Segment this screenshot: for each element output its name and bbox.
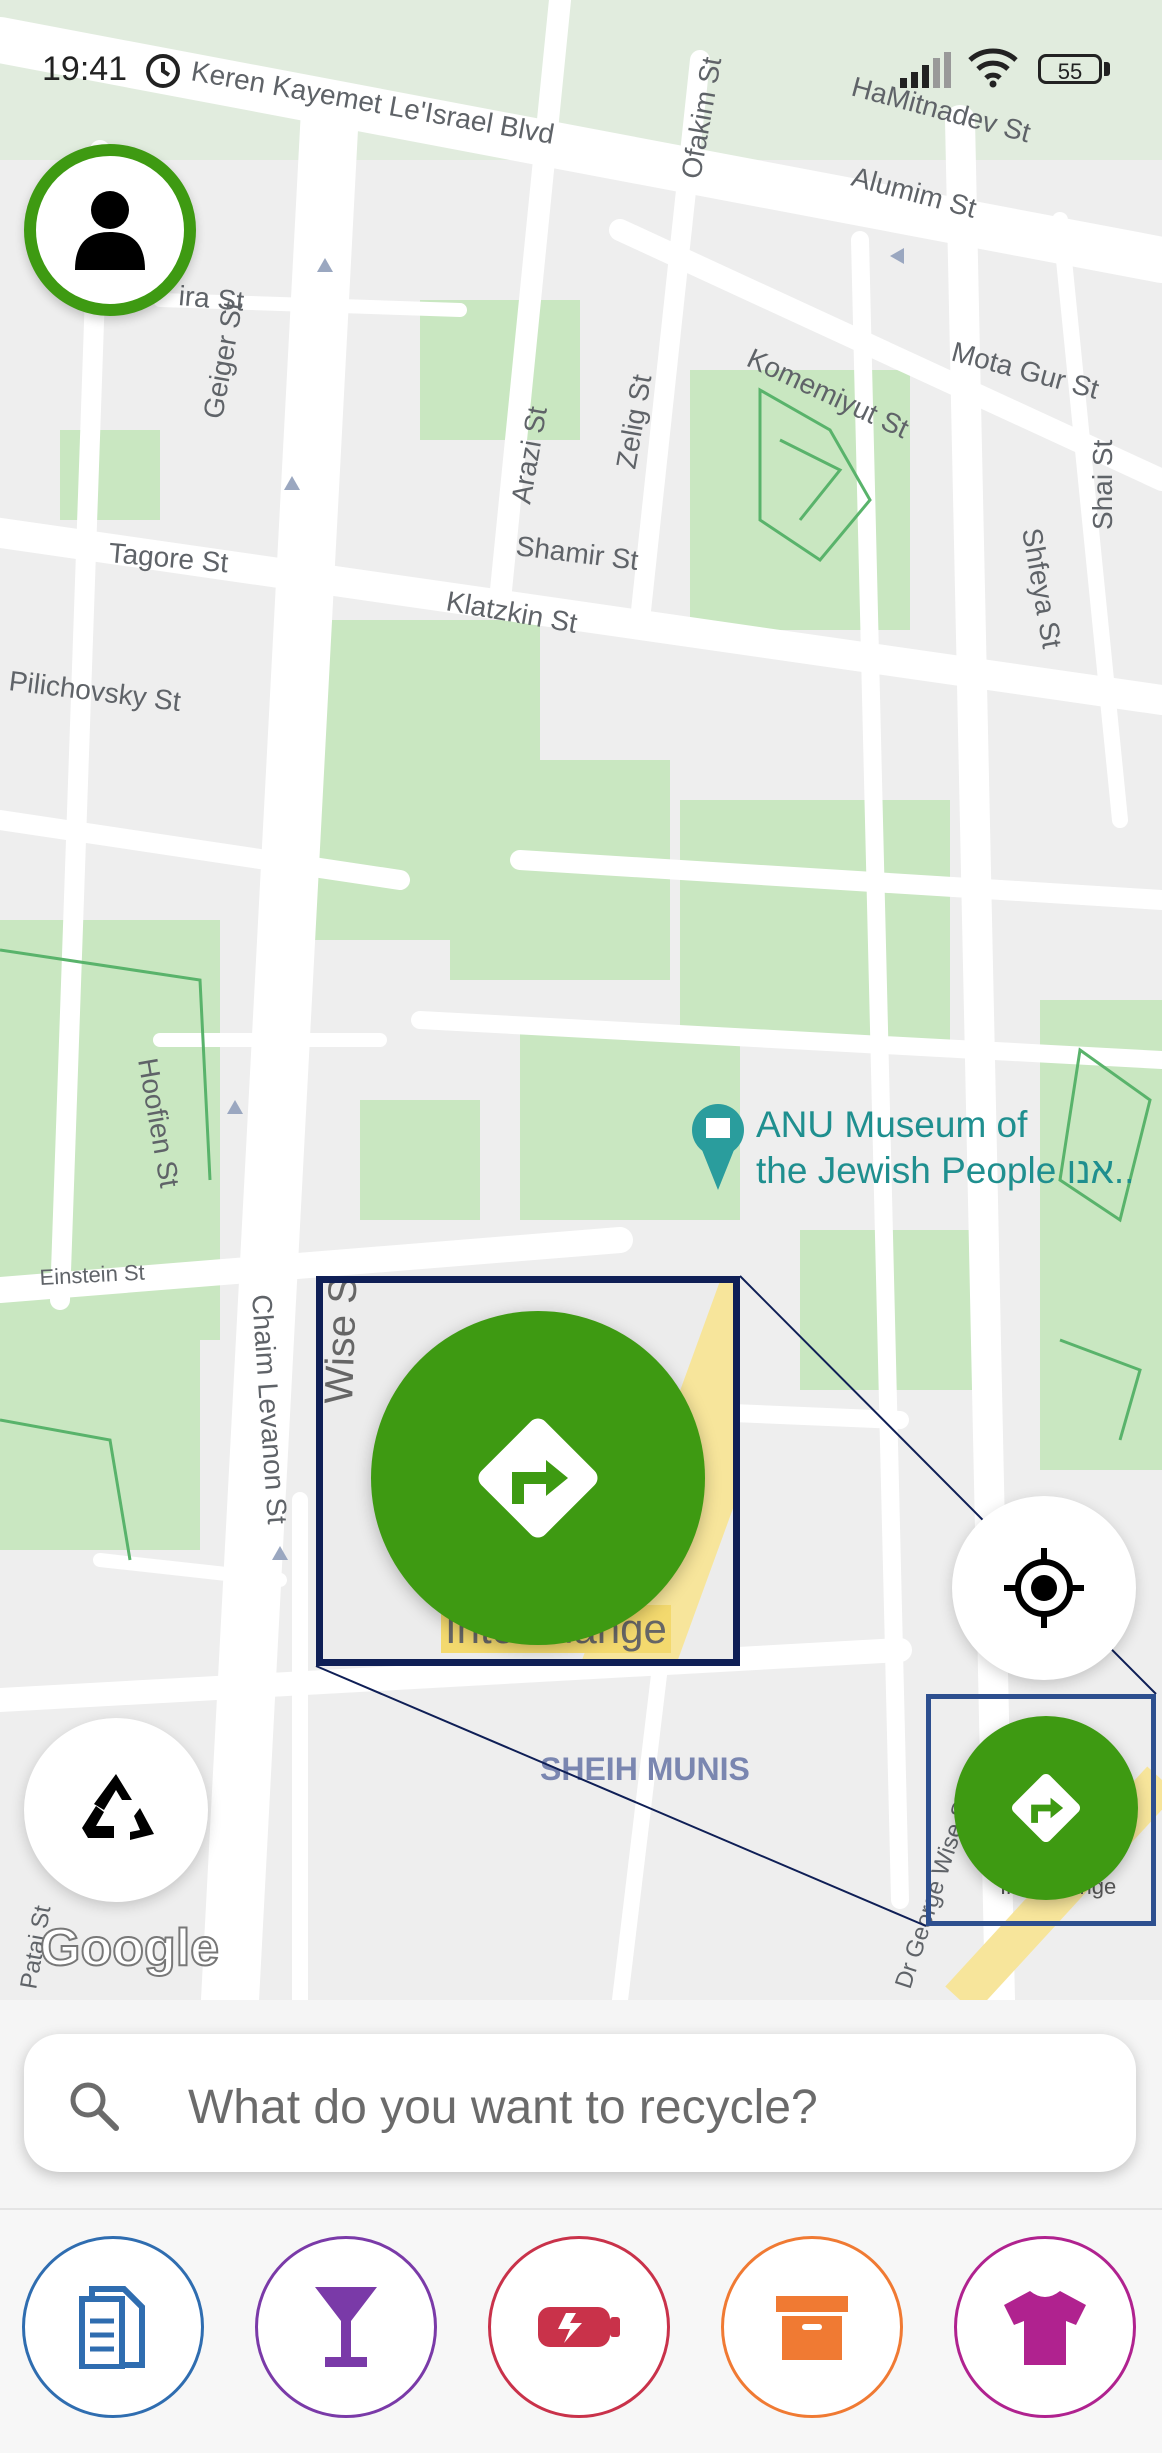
category-bar [0, 2208, 1162, 2453]
zoom-directions-button [371, 1311, 705, 1645]
zoom-street-label: Wise St [317, 1276, 366, 1405]
battery-indicator: 55 [1038, 54, 1102, 84]
street-label: ira St [177, 280, 245, 317]
my-location-button[interactable] [952, 1496, 1136, 1680]
category-textile-button[interactable] [954, 2236, 1136, 2418]
street-label: Tagore St [107, 537, 229, 578]
street-label: Shfeya St [1016, 526, 1068, 651]
cocktail-glass-icon [315, 2287, 377, 2367]
search-input[interactable]: What do you want to recycle? [188, 2080, 818, 2135]
search-icon [70, 2082, 119, 2131]
alarm-clock-icon [146, 54, 180, 88]
wifi-icon [968, 48, 1018, 88]
google-attribution: Google [39, 1918, 220, 1978]
profile-button[interactable] [24, 144, 196, 316]
recycle-icon [82, 1774, 154, 1840]
signal-icon [900, 52, 951, 88]
status-time: 19:41 [42, 50, 128, 88]
category-batteries-button[interactable] [488, 2236, 670, 2418]
street-label: SHEIH MUNIS [540, 1751, 750, 1787]
turn-right-icon [478, 1418, 598, 1538]
search-bar[interactable]: What do you want to recycle? [24, 2034, 1136, 2172]
street-label: Shamir St [514, 530, 640, 576]
highlight-frame [926, 1694, 1156, 1926]
person-icon [75, 191, 145, 270]
poi-label-line2: the Jewish People אנו.. [756, 1150, 1135, 1191]
box-icon [776, 2296, 848, 2360]
street-label: Geiger St [197, 299, 248, 421]
street-label: Shai St [1087, 440, 1118, 530]
poi-label[interactable]: ANU Museum of the Jewish People אנו.. [756, 1102, 1134, 1194]
document-icon [79, 2286, 145, 2369]
poi-label-line1: ANU Museum of [756, 1104, 1028, 1145]
battery-icon [538, 2307, 620, 2347]
street-label: Pilichovsky St [7, 665, 182, 717]
tshirt-icon [1004, 2291, 1086, 2365]
battery-tip [1104, 62, 1110, 76]
zoom-inset: Interchange Wise St [316, 1276, 740, 1666]
recycle-button[interactable] [24, 1718, 208, 1902]
category-glass-button[interactable] [255, 2236, 437, 2418]
category-cardboard-button[interactable] [721, 2236, 903, 2418]
category-paper-button[interactable] [22, 2236, 204, 2418]
crosshair-icon [1004, 1548, 1084, 1628]
status-bar: 19:41 55 [0, 0, 1162, 140]
